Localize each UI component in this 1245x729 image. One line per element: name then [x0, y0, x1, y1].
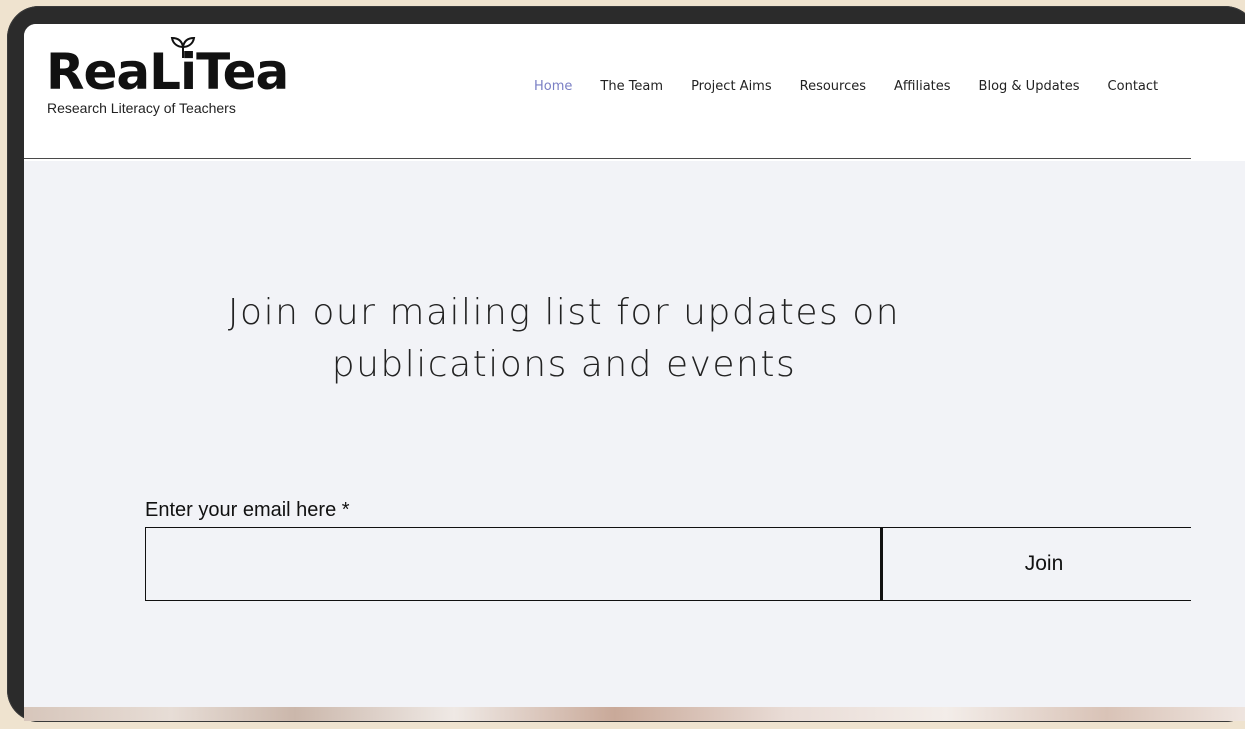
site-logo[interactable]: ReaLiTea Research Literacy of Teachers — [46, 36, 289, 126]
nav-item-project-aims[interactable]: Project Aims — [691, 79, 772, 94]
join-button[interactable]: Join — [883, 527, 1206, 601]
heading-line-2: publications and events — [331, 343, 797, 385]
nav-item-contact[interactable]: Contact — [1108, 79, 1159, 94]
browser-viewport: ReaLiTea Research Literacy of Teachers H… — [24, 24, 1245, 721]
email-field-label: Enter your email here * — [145, 499, 350, 521]
nav-item-the-team[interactable]: The Team — [600, 79, 663, 94]
nav-item-blog-updates[interactable]: Blog & Updates — [979, 79, 1080, 94]
tablet-frame: ReaLiTea Research Literacy of Teachers H… — [7, 6, 1245, 722]
header-divider — [24, 158, 1191, 159]
nav-item-affiliates[interactable]: Affiliates — [894, 79, 951, 94]
email-field[interactable] — [145, 527, 883, 601]
site-header: ReaLiTea Research Literacy of Teachers H… — [24, 24, 1245, 159]
mailing-list-section: Join our mailing list for updates on pub… — [24, 161, 1206, 707]
heading-line-1: Join our mailing list for updates on — [227, 291, 901, 333]
hero-photo-strip — [24, 707, 1245, 721]
logo-tagline: Research Literacy of Teachers — [47, 100, 236, 116]
section-edge — [1191, 161, 1245, 707]
nav-item-home[interactable]: Home — [534, 79, 572, 94]
mailing-list-heading: Join our mailing list for updates on pub… — [174, 287, 954, 391]
nav-item-resources[interactable]: Resources — [800, 79, 866, 94]
main-nav: Home The Team Project Aims Resources Aff… — [534, 74, 1158, 98]
logo-wordmark: ReaLiTea — [46, 43, 289, 101]
